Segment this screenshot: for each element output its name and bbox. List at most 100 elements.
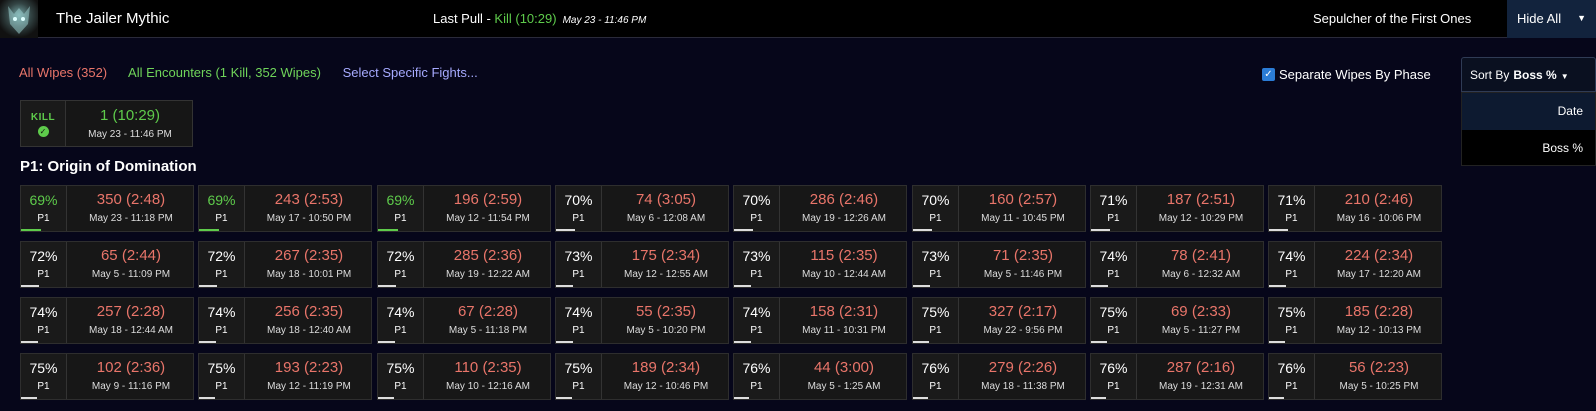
sort-by-value: Boss % bbox=[1513, 68, 1557, 82]
wipe-card[interactable]: 72% P1 285 (2:36) May 19 - 12:22 AM bbox=[377, 241, 551, 288]
last-pull: Last Pull - Kill (10:29) May 23 - 11:46 P… bbox=[433, 11, 646, 26]
wipe-card[interactable]: 75% P1 185 (2:28) May 12 - 10:13 PM bbox=[1268, 297, 1442, 344]
pull-title: 110 (2:35) bbox=[454, 359, 522, 376]
progress-bar bbox=[21, 229, 41, 231]
all-wipes-link[interactable]: All Wipes (352) bbox=[19, 65, 107, 80]
pull-date: May 12 - 11:19 PM bbox=[267, 381, 351, 392]
wipe-card[interactable]: 74% P1 257 (2:28) May 18 - 12:44 AM bbox=[20, 297, 194, 344]
wipe-card[interactable]: 74% P1 67 (2:28) May 5 - 11:18 PM bbox=[377, 297, 551, 344]
separate-wipes-toggle[interactable]: ✓ Separate Wipes By Phase bbox=[1262, 67, 1431, 82]
phase-label: P1 bbox=[750, 325, 763, 336]
boss-pct: 73% bbox=[742, 248, 771, 264]
checkbox-checked-icon[interactable]: ✓ bbox=[1262, 68, 1275, 81]
wipe-card[interactable]: 73% P1 115 (2:35) May 10 - 12:44 AM bbox=[733, 241, 907, 288]
wipe-card[interactable]: 69% P1 196 (2:59) May 12 - 11:54 PM bbox=[377, 185, 551, 232]
wipe-card[interactable]: 71% P1 187 (2:51) May 12 - 10:29 PM bbox=[1090, 185, 1264, 232]
pull-title: 256 (2:35) bbox=[274, 303, 344, 320]
wipe-card[interactable]: 69% P1 243 (2:53) May 17 - 10:50 PM bbox=[198, 185, 372, 232]
kill-title: 1 (10:29) bbox=[99, 107, 161, 124]
phase-label: P1 bbox=[750, 269, 763, 280]
boss-pct: 69% bbox=[29, 192, 58, 208]
boss-pct: 74% bbox=[386, 304, 415, 320]
hide-all-button[interactable]: Hide All ▼ bbox=[1507, 0, 1596, 38]
pull-date: May 16 - 10:06 PM bbox=[1336, 213, 1422, 224]
pull-title: 224 (2:34) bbox=[1344, 247, 1414, 264]
phase-label: P1 bbox=[215, 381, 228, 392]
phase-label: P1 bbox=[37, 381, 50, 392]
boss-pct: 72% bbox=[207, 248, 236, 264]
progress-bar bbox=[1091, 285, 1108, 287]
boss-pct: 76% bbox=[921, 360, 950, 376]
boss-pct: 69% bbox=[207, 192, 236, 208]
wipe-card[interactable]: 72% P1 267 (2:35) May 18 - 10:01 PM bbox=[198, 241, 372, 288]
progress-bar bbox=[21, 285, 39, 287]
wipe-card[interactable]: 71% P1 210 (2:46) May 16 - 10:06 PM bbox=[1268, 185, 1442, 232]
wipe-card[interactable]: 75% P1 69 (2:33) May 5 - 11:27 PM bbox=[1090, 297, 1264, 344]
boss-pct-badge: 70% P1 bbox=[734, 186, 780, 231]
kill-badge: KILL ✓ bbox=[21, 101, 66, 146]
pull-date: May 6 - 12:32 AM bbox=[1161, 269, 1241, 280]
wipe-card[interactable]: 74% P1 158 (2:31) May 11 - 10:31 PM bbox=[733, 297, 907, 344]
wipe-card[interactable]: 75% P1 327 (2:17) May 22 - 9:56 PM bbox=[912, 297, 1086, 344]
phase-label: P1 bbox=[750, 213, 763, 224]
phase-label: P1 bbox=[394, 213, 407, 224]
wipe-card[interactable]: 76% P1 279 (2:26) May 18 - 11:38 PM bbox=[912, 353, 1086, 400]
pull-date: May 12 - 10:46 PM bbox=[623, 381, 709, 392]
sort-option-date[interactable]: Date bbox=[1462, 93, 1595, 130]
progress-bar bbox=[913, 397, 928, 399]
boss-pct-badge: 76% P1 bbox=[1091, 354, 1137, 399]
wipe-card[interactable]: 76% P1 287 (2:16) May 19 - 12:31 AM bbox=[1090, 353, 1264, 400]
wipe-card[interactable]: 70% P1 160 (2:57) May 11 - 10:45 PM bbox=[912, 185, 1086, 232]
wipe-card[interactable]: 73% P1 71 (2:35) May 5 - 11:46 PM bbox=[912, 241, 1086, 288]
boss-pct: 73% bbox=[564, 248, 593, 264]
boss-pct-badge: 76% P1 bbox=[734, 354, 780, 399]
phase-label: P1 bbox=[394, 381, 407, 392]
check-circle-icon: ✓ bbox=[37, 126, 49, 137]
boss-pct-badge: 70% P1 bbox=[556, 186, 602, 231]
boss-name: The Jailer Mythic bbox=[56, 10, 170, 27]
pull-date: May 18 - 12:40 AM bbox=[267, 325, 351, 336]
wipe-card[interactable]: 70% P1 74 (3:05) May 6 - 12:08 AM bbox=[555, 185, 729, 232]
pull-date: May 12 - 12:55 AM bbox=[624, 269, 708, 280]
sort-by-select[interactable]: Sort By Boss % ▼ bbox=[1461, 57, 1596, 92]
progress-bar bbox=[913, 341, 929, 343]
wipe-card[interactable]: 75% P1 193 (2:23) May 12 - 11:19 PM bbox=[198, 353, 372, 400]
wipe-card[interactable]: 70% P1 286 (2:46) May 19 - 12:26 AM bbox=[733, 185, 907, 232]
pull-title: 185 (2:28) bbox=[1344, 303, 1414, 320]
boss-pct: 75% bbox=[29, 360, 58, 376]
all-encounters-link[interactable]: All Encounters (1 Kill, 352 Wipes) bbox=[128, 65, 321, 80]
pull-title: 78 (2:41) bbox=[1170, 247, 1232, 264]
wipe-card[interactable]: 75% P1 110 (2:35) May 10 - 12:16 AM bbox=[377, 353, 551, 400]
pull-title: 175 (2:34) bbox=[631, 247, 701, 264]
sort-dropdown-menu: Date Boss % bbox=[1461, 92, 1596, 166]
sort-by-label: Sort By bbox=[1470, 68, 1510, 82]
wipe-card[interactable]: 75% P1 189 (2:34) May 12 - 10:46 PM bbox=[555, 353, 729, 400]
pull-date: May 10 - 12:16 AM bbox=[446, 381, 530, 392]
wipe-card[interactable]: 76% P1 56 (2:23) May 5 - 10:25 PM bbox=[1268, 353, 1442, 400]
wipe-card[interactable]: 72% P1 65 (2:44) May 5 - 11:09 PM bbox=[20, 241, 194, 288]
wipe-card[interactable]: 73% P1 175 (2:34) May 12 - 12:55 AM bbox=[555, 241, 729, 288]
pull-date: May 11 - 10:31 PM bbox=[802, 325, 886, 336]
zone-name[interactable]: Sepulcher of the First Ones bbox=[1313, 11, 1471, 26]
select-fights-link[interactable]: Select Specific Fights... bbox=[343, 65, 478, 80]
wipe-card[interactable]: 76% P1 44 (3:00) May 5 - 1:25 AM bbox=[733, 353, 907, 400]
phase-label: P1 bbox=[215, 213, 228, 224]
boss-pct-badge: 75% P1 bbox=[913, 298, 959, 343]
progress-bar bbox=[378, 285, 396, 287]
wipe-card[interactable]: 75% P1 102 (2:36) May 9 - 11:16 PM bbox=[20, 353, 194, 400]
kill-card[interactable]: KILL ✓ 1 (10:29) May 23 - 11:46 PM bbox=[20, 100, 193, 147]
pull-date: May 19 - 12:22 AM bbox=[446, 269, 530, 280]
progress-bar bbox=[1269, 229, 1288, 231]
pull-date: May 18 - 12:44 AM bbox=[89, 325, 173, 336]
wipe-card[interactable]: 74% P1 224 (2:34) May 17 - 12:20 AM bbox=[1268, 241, 1442, 288]
last-pull-result: Kill (10:29) bbox=[494, 11, 557, 26]
wipe-card[interactable]: 69% P1 350 (2:48) May 23 - 11:18 PM bbox=[20, 185, 194, 232]
pull-title: 279 (2:26) bbox=[988, 359, 1058, 376]
wipe-card[interactable]: 74% P1 78 (2:41) May 6 - 12:32 AM bbox=[1090, 241, 1264, 288]
boss-pct: 75% bbox=[386, 360, 415, 376]
wipe-card[interactable]: 74% P1 55 (2:35) May 5 - 10:20 PM bbox=[555, 297, 729, 344]
pull-title: 67 (2:28) bbox=[457, 303, 519, 320]
sort-option-boss-pct[interactable]: Boss % bbox=[1462, 130, 1595, 167]
wipe-card[interactable]: 74% P1 256 (2:35) May 18 - 12:40 AM bbox=[198, 297, 372, 344]
phase-label: P1 bbox=[572, 269, 585, 280]
